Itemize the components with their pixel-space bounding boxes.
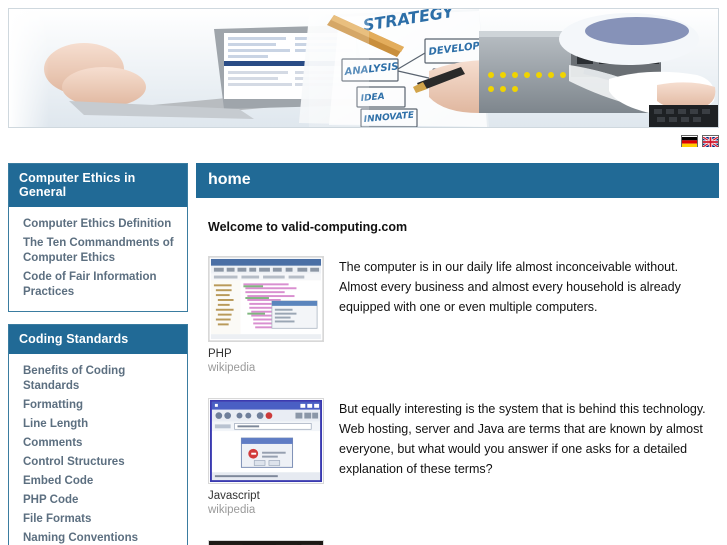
sidebar-section-links: Benefits of Coding Standards Formatting … [9,354,187,545]
article-caption-source: wikipedia [208,362,256,374]
sidebar-item-formatting[interactable]: Formatting [9,396,187,415]
page-title: home [196,163,719,198]
article-caption-title: Javascript [208,490,260,502]
article-javascript: Javascript wikipedia But equally interes… [196,376,719,518]
sidebar-item-naming-conventions[interactable]: Naming Conventions [9,529,187,545]
javascript-alert-screenshot-thumbnail[interactable] [208,398,324,484]
sidebar: Computer Ethics in General Computer Ethi… [8,163,188,545]
article-body-text: The computer is in our daily life almost… [339,260,681,314]
german-flag-icon[interactable] [681,135,698,147]
article-caption-title: PHP [208,348,232,360]
sidebar-item-comments[interactable]: Comments [9,434,187,453]
sidebar-item-line-length[interactable]: Line Length [9,415,187,434]
sidebar-section-computer-ethics: Computer Ethics in General Computer Ethi… [8,163,188,312]
main-content: home Welcome to valid-computing.com PHP … [196,163,719,545]
sidebar-item-computer-ethics-definition[interactable]: Computer Ethics Definition [9,215,187,234]
sidebar-item-control-structures[interactable]: Control Structures [9,453,187,472]
sidebar-item-benefits-of-coding-standards[interactable]: Benefits of Coding Standards [9,362,187,396]
article-caption-source: wikipedia [208,504,256,516]
language-switcher[interactable] [681,135,719,149]
page-root: STRATEGY ANALYSIS DEVELOP IDEA INNOVATE [0,0,727,545]
sidebar-item-php-code[interactable]: PHP Code [9,491,187,510]
article-thumbnail-wrap: Javascript wikipedia [208,398,326,518]
sidebar-item-embed-code[interactable]: Embed Code [9,472,187,491]
english-flag-icon[interactable] [702,135,719,149]
sidebar-item-ten-commandments[interactable]: The Ten Commandments of Computer Ethics [9,234,187,268]
sidebar-section-title: Computer Ethics in General [9,164,187,207]
article-php: PHP wikipedia The computer is in our dai… [196,234,719,376]
sidebar-item-code-of-fair-information-practices[interactable]: Code of Fair Information Practices [9,268,187,302]
sidebar-section-coding-standards: Coding Standards Benefits of Coding Stan… [8,324,188,545]
sidebar-item-file-formats[interactable]: File Formats [9,510,187,529]
server-room-photo-thumbnail[interactable] [208,540,324,545]
banner-artwork: STRATEGY ANALYSIS DEVELOP IDEA INNOVATE [9,9,718,127]
header-banner-image: STRATEGY ANALYSIS DEVELOP IDEA INNOVATE [8,8,719,128]
article-server-room: We would like to explain on the followin… [196,518,719,545]
article-thumbnail-wrap [208,540,326,545]
php-ide-screenshot-thumbnail[interactable] [208,256,324,342]
sidebar-section-title: Coding Standards [9,325,187,354]
article-body-text: We would like to explain on the followin… [339,540,719,545]
sidebar-section-links: Computer Ethics Definition The Ten Comma… [9,207,187,311]
article-body-text: But equally interesting is the system th… [339,402,706,476]
article-thumbnail-wrap: PHP wikipedia [208,256,326,376]
welcome-heading: Welcome to valid-computing.com [208,220,408,234]
